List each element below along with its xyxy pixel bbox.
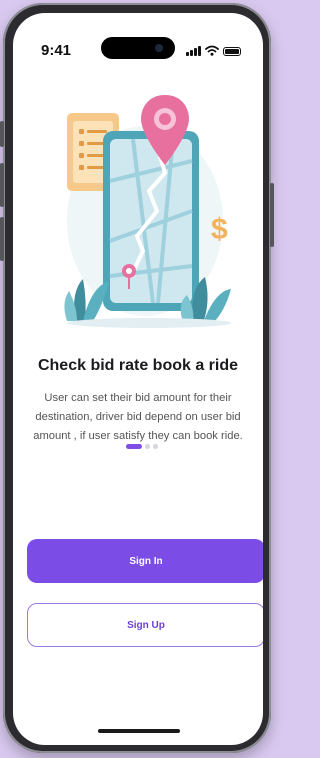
status-time: 9:41 [41,42,72,59]
dollar-icon: $ [211,213,228,246]
onboarding-description: User can set their bid amount for their … [33,392,243,442]
page-dot[interactable] [145,444,150,449]
page-dot-active[interactable] [126,444,142,449]
volume-down-button [0,217,4,261]
system-icons [186,44,241,56]
app-screen: 9:41 $ Check bid rate book a ride User c… [13,13,263,745]
dynamic-island [101,37,175,59]
page-dot[interactable] [153,444,158,449]
page-indicator[interactable] [126,444,158,449]
sign-in-button[interactable]: Sign In [27,539,263,583]
wifi-icon [205,45,219,56]
status-bar: 9:41 [13,13,263,63]
signal-icon [186,45,201,56]
map-phone-icon [103,131,199,311]
onboarding-title: Check bid rate book a ride [37,357,239,374]
volume-up-button [0,163,4,207]
mute-switch [0,121,4,147]
battery-icon [223,47,241,56]
home-indicator[interactable] [98,729,180,733]
plant-left-icon [64,279,109,321]
ride-booking-illustration: $ [64,95,231,328]
device-frame: 9:41 $ Check bid rate book a ride User c… [0,3,274,753]
sign-up-button[interactable]: Sign Up [27,603,263,647]
camera-icon [155,44,163,52]
power-button [270,183,274,247]
